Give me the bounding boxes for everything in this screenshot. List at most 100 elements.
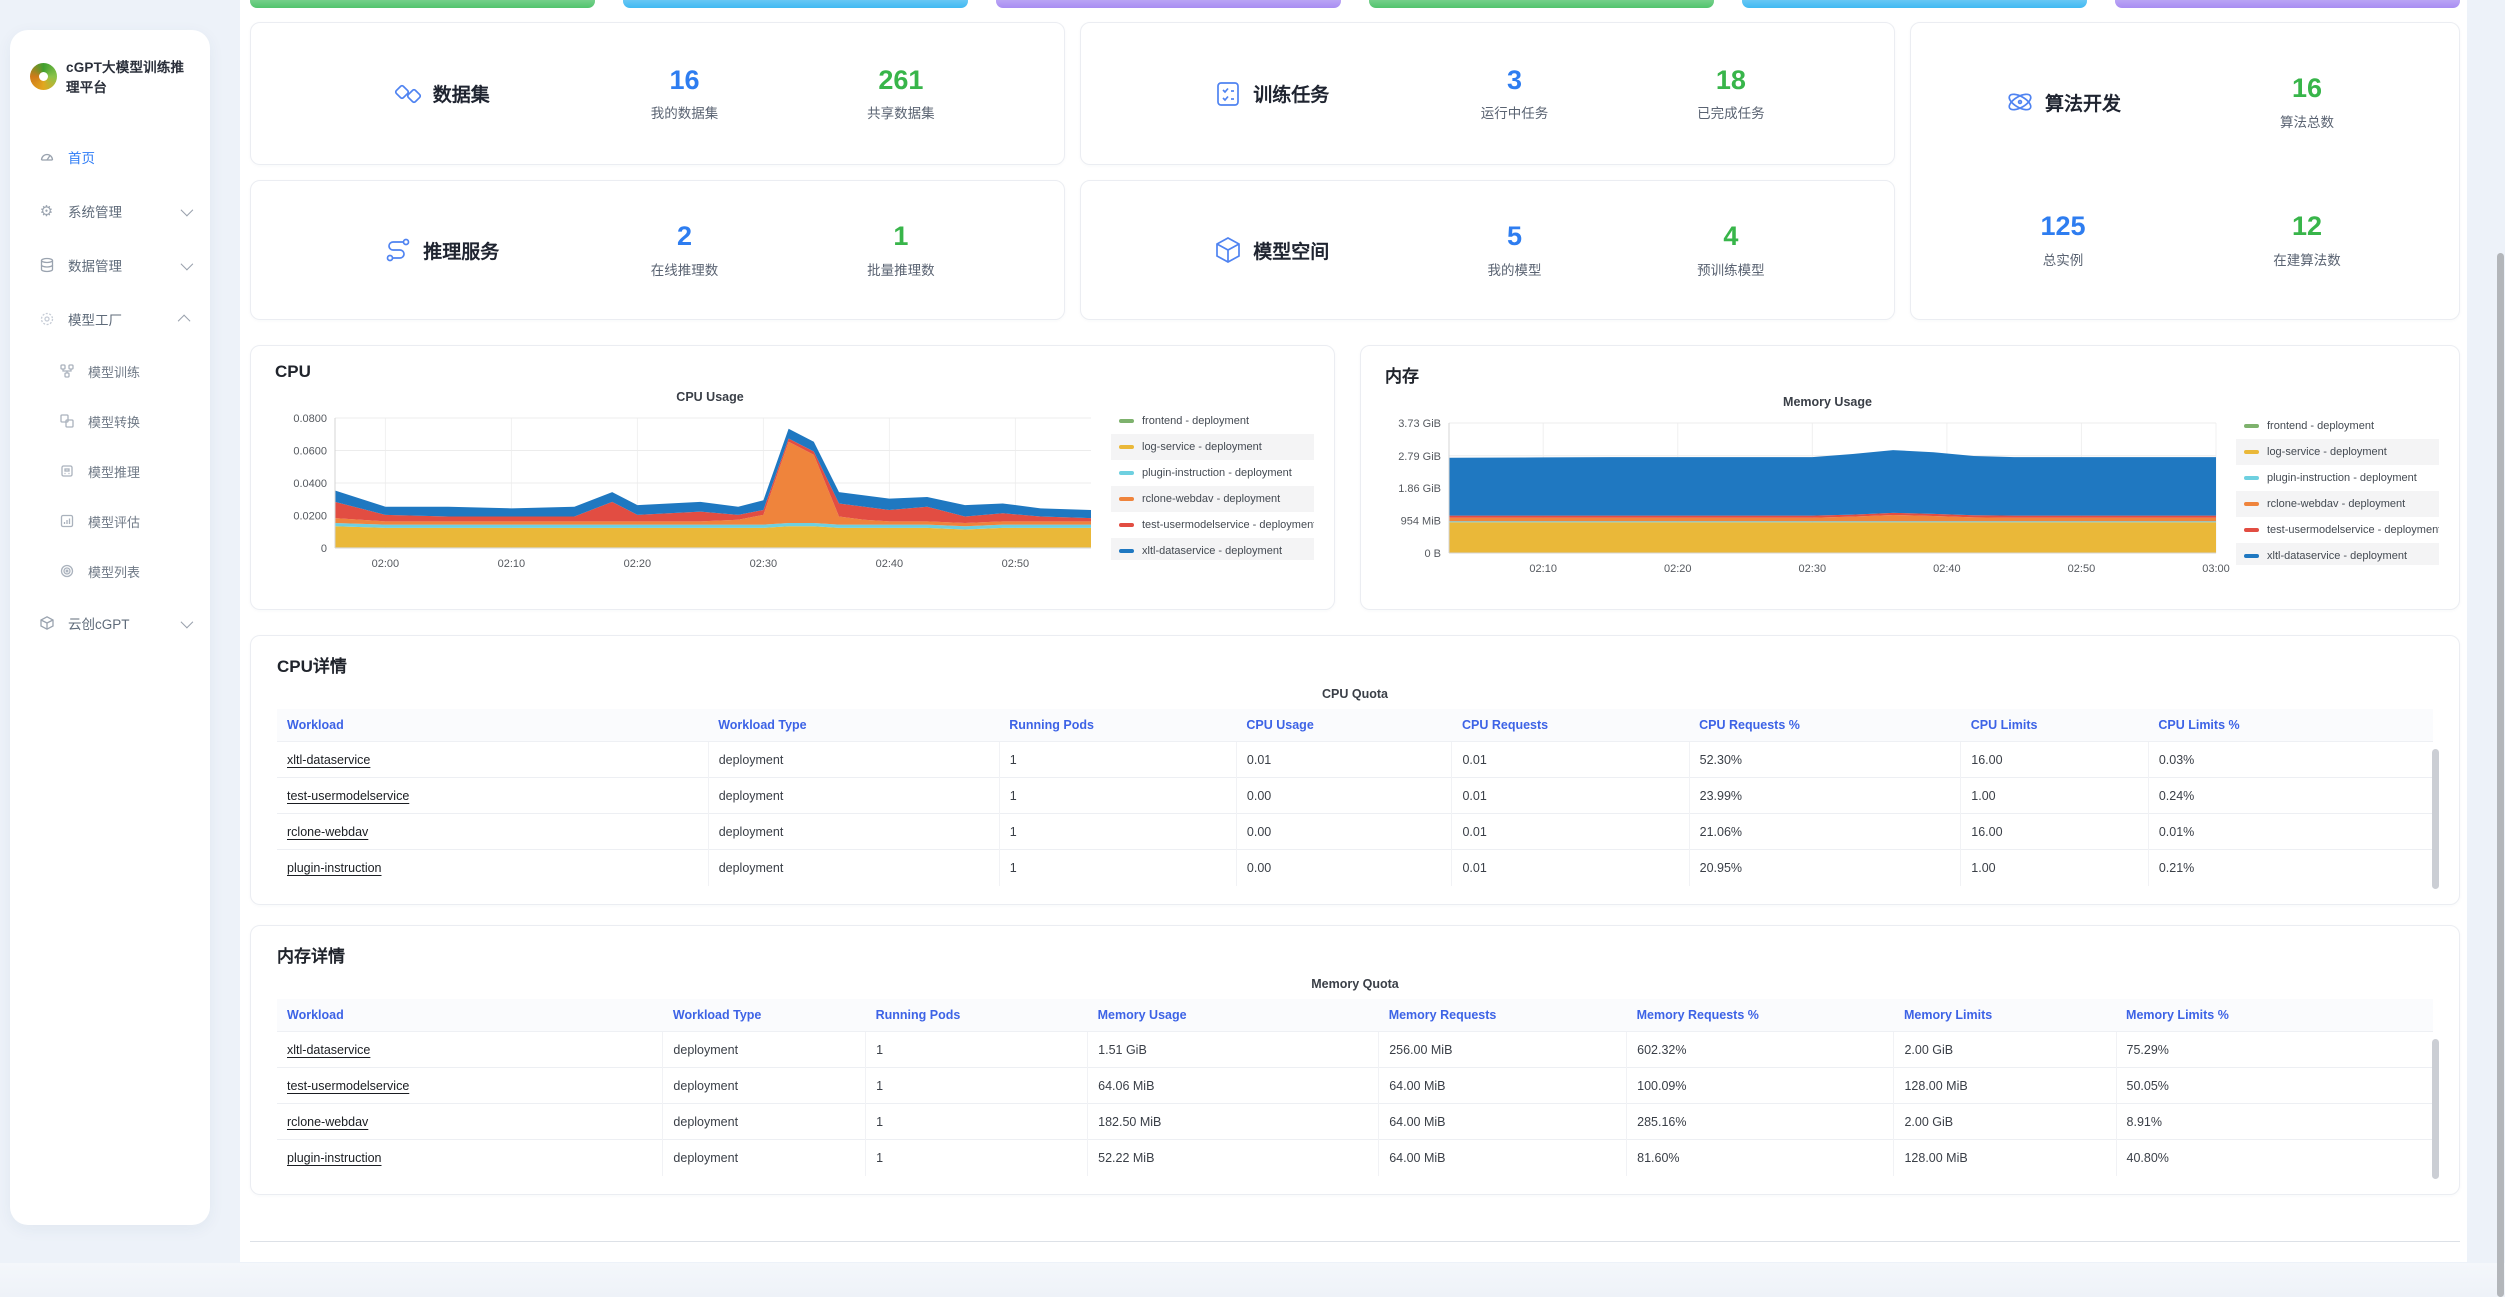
quick-action-strip-6[interactable]	[2115, 0, 2460, 8]
table-cell: 2.00 GiB	[1894, 1032, 2116, 1068]
legend-label: xltl-dataservice - deployment	[1142, 545, 1282, 557]
table-cell: 23.99%	[1689, 778, 1961, 814]
svg-text:02:10: 02:10	[1529, 563, 1557, 575]
sidebar-item-home[interactable]: 首页	[10, 130, 210, 184]
legend-item-plugin-instruction[interactable]: plugin-instruction - deployment	[1111, 460, 1314, 486]
dataset-card-title: 数据集	[306, 79, 576, 109]
column-header[interactable]: Running Pods	[999, 709, 1236, 742]
cube-icon	[1213, 235, 1243, 265]
workload-link[interactable]: plugin-instruction	[287, 1151, 382, 1165]
legend-item-rclone-webdav[interactable]: rclone-webdav - deployment	[1111, 486, 1314, 512]
table-cell: deployment	[708, 850, 999, 886]
legend-item-rclone-webdav[interactable]: rclone-webdav - deployment	[2236, 491, 2439, 517]
column-header[interactable]: Memory Requests %	[1627, 999, 1894, 1032]
quick-action-strip-2[interactable]	[623, 0, 968, 8]
column-header[interactable]: CPU Limits %	[2148, 709, 2433, 742]
workload-link[interactable]: rclone-webdav	[287, 1115, 368, 1129]
quick-action-strip-5[interactable]	[1742, 0, 2087, 8]
column-header[interactable]: CPU Usage	[1236, 709, 1452, 742]
table-row: test-usermodelservicedeployment10.000.01…	[277, 778, 2433, 814]
column-header[interactable]: Memory Limits %	[2116, 999, 2433, 1032]
cpu-table-scrollbar[interactable]	[2432, 749, 2439, 889]
sidebar-item-model-convert[interactable]: 模型转换	[10, 396, 210, 446]
legend-item-xltl-dataservice[interactable]: xltl-dataservice - deployment	[2236, 543, 2439, 565]
sidebar-item-yunchuang-cgpt[interactable]: 云创cGPT	[10, 596, 210, 650]
table-cell: 128.00 MiB	[1894, 1140, 2116, 1176]
dataset-card[interactable]: 数据集 16 我的数据集 261 共享数据集	[250, 22, 1065, 165]
window-scrollbar-thumb[interactable]	[2497, 253, 2504, 1297]
svg-text:0.0800: 0.0800	[293, 413, 327, 425]
column-header[interactable]: CPU Requests	[1452, 709, 1689, 742]
stat-value: 4	[1623, 221, 1839, 252]
memory-quota-table: WorkloadWorkload TypeRunning PodsMemory …	[277, 999, 2433, 1176]
stat-label: 批量推理数	[793, 259, 1009, 279]
sidebar-item-model-inference[interactable]: 模型推理	[10, 446, 210, 496]
stat-label: 算法总数	[2185, 111, 2429, 131]
legend-swatch-icon	[2244, 502, 2259, 506]
sidebar-item-system-management[interactable]: ⚙ 系统管理	[10, 184, 210, 238]
inference-service-card[interactable]: 推理服务 2 在线推理数 1 批量推理数	[250, 180, 1065, 320]
stat-in-progress-algorithms: 12 在建算法数	[2185, 211, 2429, 268]
table-cell: 0.01	[1452, 814, 1689, 850]
sidebar-item-model-factory[interactable]: 模型工厂	[10, 292, 210, 346]
memory-chart-legend: frontend - deploymentlog-service - deplo…	[2236, 413, 2439, 565]
quick-action-strip-3[interactable]	[996, 0, 1341, 8]
legend-item-test-usermodelservice[interactable]: test-usermodelservice - deployment	[2236, 517, 2439, 543]
column-header[interactable]: CPU Limits	[1961, 709, 2149, 742]
legend-swatch-icon	[1119, 497, 1134, 501]
algorithm-dev-card[interactable]: 算法开发 16 算法总数 125 总实例 12 在建算法数	[1910, 22, 2460, 320]
legend-item-plugin-instruction[interactable]: plugin-instruction - deployment	[2236, 465, 2439, 491]
sidebar-item-model-evaluate[interactable]: 模型评估	[10, 496, 210, 546]
quick-action-strip-4[interactable]	[1369, 0, 1714, 8]
cpu-chart-legend: frontend - deploymentlog-service - deplo…	[1111, 408, 1314, 560]
chevron-down-icon	[181, 615, 194, 628]
table-cell: 0.00	[1236, 778, 1452, 814]
legend-item-xltl-dataservice[interactable]: xltl-dataservice - deployment	[1111, 538, 1314, 560]
table-cell: 20.95%	[1689, 850, 1961, 886]
workload-link[interactable]: rclone-webdav	[287, 825, 368, 839]
table-cell: 0.00	[1236, 850, 1452, 886]
training-tasks-card[interactable]: 训练任务 3 运行中任务 18 已完成任务	[1080, 22, 1895, 165]
inference-service-card-title: 推理服务	[306, 235, 576, 265]
workload-link[interactable]: xltl-dataservice	[287, 753, 370, 767]
legend-swatch-icon	[2244, 476, 2259, 480]
column-header[interactable]: Workload	[277, 709, 708, 742]
table-cell: 0.24%	[2148, 778, 2433, 814]
table-cell: 0.01	[1236, 742, 1452, 778]
transform-icon	[58, 413, 75, 430]
task-list-icon	[1213, 79, 1243, 109]
sidebar-item-data-management[interactable]: 数据管理	[10, 238, 210, 292]
column-header[interactable]: Running Pods	[866, 999, 1088, 1032]
column-header[interactable]: CPU Requests %	[1689, 709, 1961, 742]
legend-swatch-icon	[2244, 554, 2259, 558]
sidebar-nav: 首页 ⚙ 系统管理 数据管理 模型工厂 模型训练 模型转换 模型推理	[10, 130, 210, 650]
column-header[interactable]: Workload	[277, 999, 663, 1032]
column-header[interactable]: Memory Usage	[1088, 999, 1379, 1032]
sidebar-item-model-list[interactable]: 模型列表	[10, 546, 210, 596]
legend-item-test-usermodelservice[interactable]: test-usermodelservice - deployment	[1111, 512, 1314, 538]
legend-item-log-service[interactable]: log-service - deployment	[2236, 439, 2439, 465]
table-cell: 1	[866, 1140, 1088, 1176]
column-header[interactable]: Workload Type	[708, 709, 999, 742]
workload-link[interactable]: test-usermodelservice	[287, 789, 409, 803]
legend-item-frontend[interactable]: frontend - deployment	[1111, 408, 1314, 434]
stat-value: 16	[576, 65, 792, 96]
training-tasks-card-title: 训练任务	[1136, 79, 1406, 109]
memory-table-scrollbar[interactable]	[2432, 1039, 2439, 1179]
workload-link[interactable]: test-usermodelservice	[287, 1079, 409, 1093]
stat-batch-inference: 1 批量推理数	[793, 221, 1009, 278]
memory-details-title: 内存详情	[277, 942, 2433, 967]
legend-item-frontend[interactable]: frontend - deployment	[2236, 413, 2439, 439]
quick-action-strip-1[interactable]	[250, 0, 595, 8]
model-space-card[interactable]: 模型空间 5 我的模型 4 预训练模型	[1080, 180, 1895, 320]
card-title: 数据集	[433, 80, 490, 107]
workload-link[interactable]: plugin-instruction	[287, 861, 382, 875]
app-brand: cGPT大模型训练推理平台	[10, 56, 210, 96]
column-header[interactable]: Memory Requests	[1379, 999, 1627, 1032]
table-cell: plugin-instruction	[277, 1140, 663, 1176]
legend-item-log-service[interactable]: log-service - deployment	[1111, 434, 1314, 460]
column-header[interactable]: Workload Type	[663, 999, 866, 1032]
sidebar-item-model-training[interactable]: 模型训练	[10, 346, 210, 396]
workload-link[interactable]: xltl-dataservice	[287, 1043, 370, 1057]
column-header[interactable]: Memory Limits	[1894, 999, 2116, 1032]
